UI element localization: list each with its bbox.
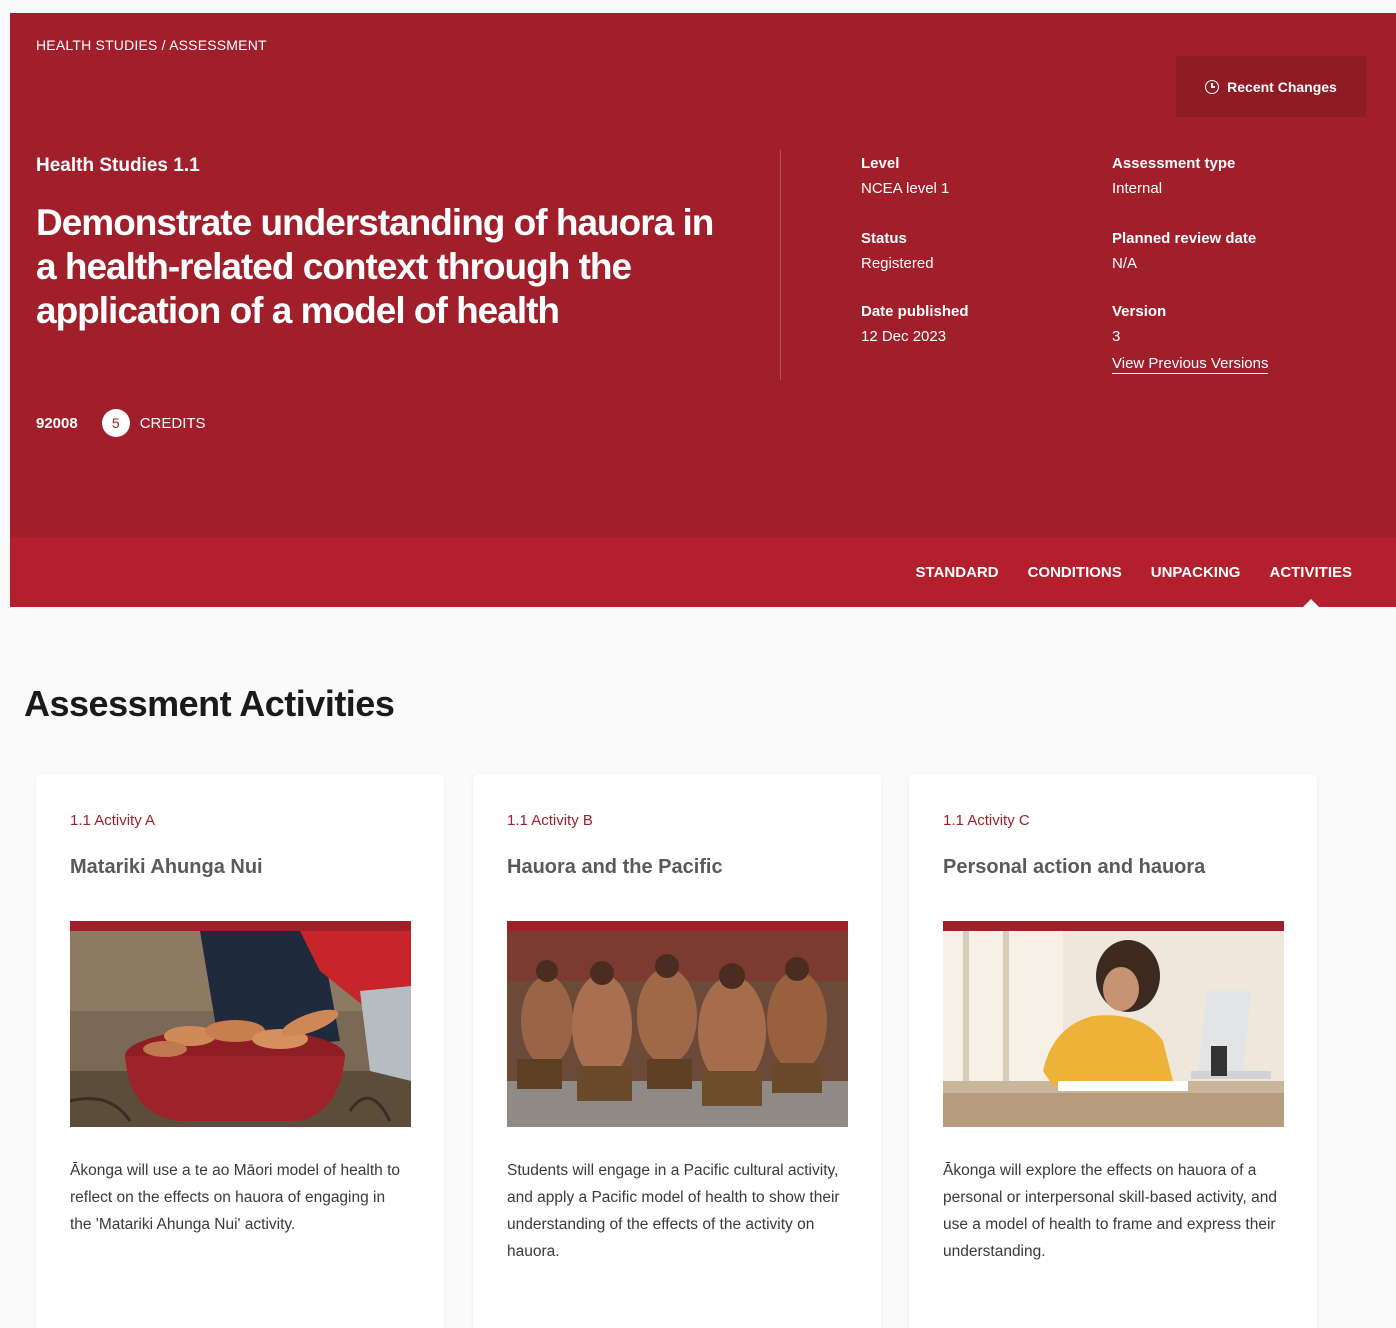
standard-code-row: 92008 5 CREDITS xyxy=(36,409,206,437)
activity-card[interactable]: 1.1 Activity A Matariki Ahunga Nui Ākong… xyxy=(36,774,444,1328)
student-writing-photo xyxy=(943,921,1284,1127)
activity-tag: 1.1 Activity A xyxy=(70,812,156,829)
breadcrumb: HEALTH STUDIES / ASSESSMENT xyxy=(36,37,267,53)
meta-assessment-type: Assessment type Internal xyxy=(1112,155,1235,197)
activity-description: Ākonga will explore the effects on hauor… xyxy=(943,1162,1277,1260)
meta-level: Level NCEA level 1 xyxy=(861,155,949,197)
meta-assessment-type-label: Assessment type xyxy=(1112,155,1236,172)
activity-description: Students will engage in a Pacific cultur… xyxy=(507,1162,840,1260)
section-tab-bar: STANDARD CONDITIONS UNPACKING ACTIVITIES xyxy=(10,537,1396,608)
activity-tag: 1.1 Activity B xyxy=(507,812,593,829)
pacific-dance-image xyxy=(507,931,848,1127)
clock-icon xyxy=(1205,79,1220,94)
standard-subject: Health Studies 1.1 xyxy=(36,155,200,176)
activity-title[interactable]: Personal action and hauora xyxy=(943,856,1205,879)
meta-review-date-label: Planned review date xyxy=(1112,230,1257,247)
meta-status-value: Registered xyxy=(861,255,934,272)
meta-level-value: NCEA level 1 xyxy=(861,180,950,197)
meta-assessment-type-value: Internal xyxy=(1112,180,1163,197)
breadcrumb-assessment[interactable]: ASSESSMENT xyxy=(169,37,267,53)
view-previous-versions-link[interactable]: View Previous Versions xyxy=(1112,355,1269,374)
credits-badge: 5 xyxy=(101,409,130,437)
harvest-kumara-image xyxy=(70,931,411,1127)
meta-version-value: 3 xyxy=(1112,328,1121,345)
recent-changes-label: Recent Changes xyxy=(1227,78,1337,95)
meta-review-date-value: N/A xyxy=(1112,255,1138,272)
harvest-kumara-photo xyxy=(70,921,411,1127)
tab-conditions[interactable]: CONDITIONS xyxy=(1028,564,1122,581)
meta-review-date: Planned review date N/A xyxy=(1112,230,1256,272)
student-writing-image xyxy=(943,931,1284,1127)
meta-status-label: Status xyxy=(861,230,907,247)
activity-title[interactable]: Matariki Ahunga Nui xyxy=(70,856,263,879)
activity-description: Ākonga will use a te ao Māori model of h… xyxy=(70,1162,400,1233)
activity-tag: 1.1 Activity C xyxy=(943,812,1030,829)
pacific-dance-photo xyxy=(507,921,848,1127)
breadcrumb-health-studies[interactable]: HEALTH STUDIES xyxy=(36,37,158,53)
top-margin xyxy=(0,0,1396,13)
meta-version-label: Version xyxy=(1112,303,1167,320)
activity-card[interactable]: 1.1 Activity C Personal action and hauor… xyxy=(909,774,1317,1328)
meta-date-published-value: 12 Dec 2023 xyxy=(861,328,947,345)
credits-label: CREDITS xyxy=(139,414,206,432)
standard-code: 92008 xyxy=(36,414,78,432)
meta-status: Status Registered xyxy=(861,230,934,272)
meta-version: Version 3 View Previous Versions xyxy=(1112,303,1269,374)
page-title: Demonstrate understanding of hauora in a… xyxy=(36,202,714,331)
tab-standard[interactable]: STANDARD xyxy=(916,564,999,581)
meta-date-published-label: Date published xyxy=(861,303,969,320)
meta-level-label: Level xyxy=(861,155,900,172)
activity-card[interactable]: 1.1 Activity B Hauora and the Pacific St… xyxy=(473,774,881,1328)
tab-unpacking[interactable]: UNPACKING xyxy=(1151,564,1241,581)
activity-title[interactable]: Hauora and the Pacific xyxy=(507,856,723,879)
meta-date-published: Date published 12 Dec 2023 xyxy=(861,303,969,345)
tab-list: STANDARD CONDITIONS UNPACKING ACTIVITIES xyxy=(916,537,1352,608)
breadcrumb-separator: / xyxy=(161,37,166,53)
header-divider xyxy=(780,150,781,380)
standard-header: HEALTH STUDIES / ASSESSMENT Recent Chang… xyxy=(10,13,1396,537)
recent-changes-button[interactable]: Recent Changes xyxy=(1176,56,1366,117)
section-title: Assessment Activities xyxy=(24,683,395,724)
tab-activities[interactable]: ACTIVITIES xyxy=(1269,564,1352,608)
